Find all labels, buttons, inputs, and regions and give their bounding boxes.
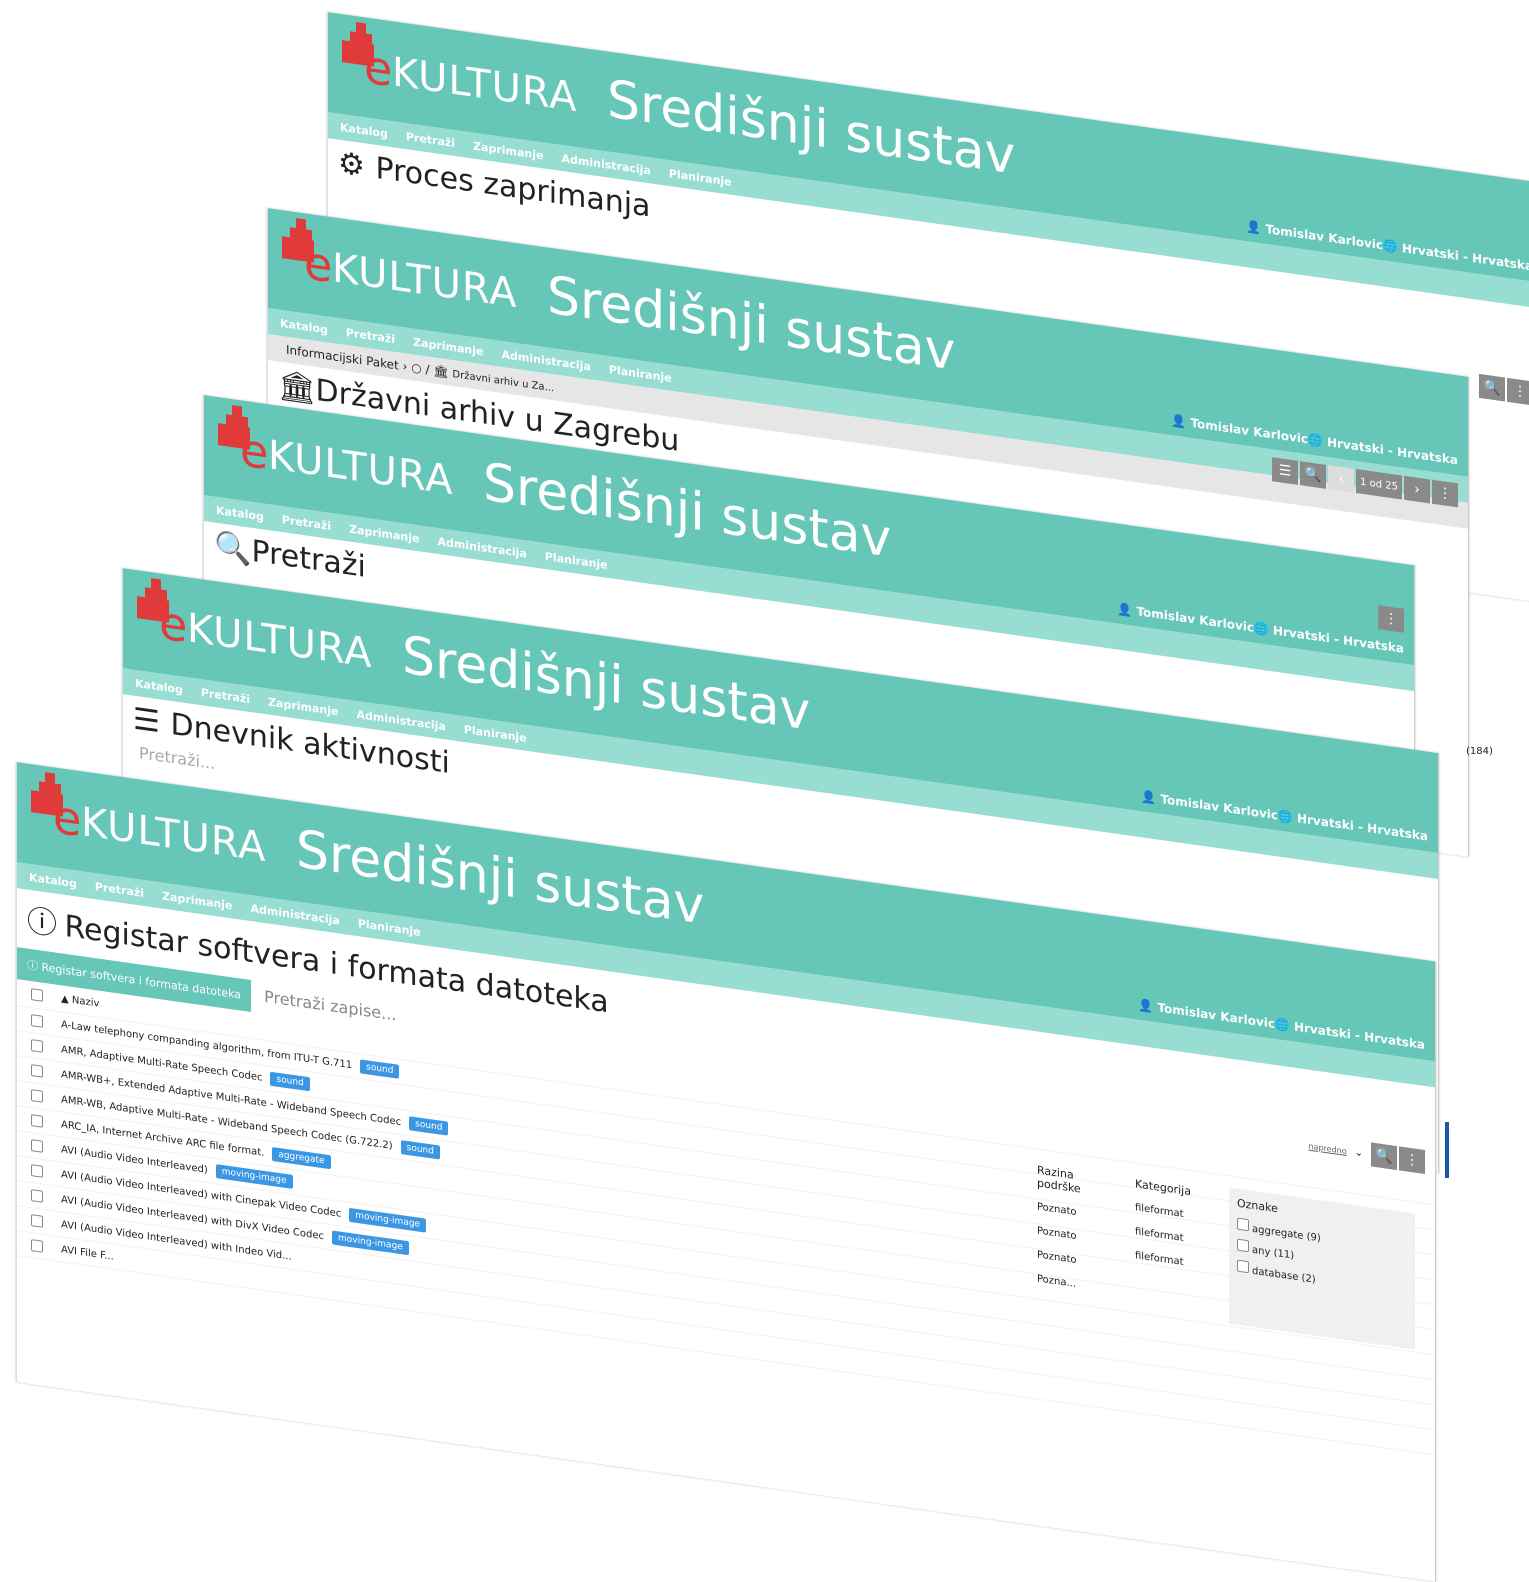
toolbar: ⋮ bbox=[1378, 605, 1404, 633]
select-all-checkbox[interactable] bbox=[31, 988, 43, 1002]
nav-katalog[interactable]: Katalog bbox=[216, 503, 264, 523]
logo-e: e bbox=[240, 422, 269, 481]
institution-icon: 🏛 bbox=[278, 367, 317, 408]
more-icon[interactable]: ⋮ bbox=[1507, 377, 1529, 406]
advanced-search-link[interactable]: napredno bbox=[1308, 1141, 1346, 1155]
nav-planiranje[interactable]: Planiranje bbox=[609, 363, 672, 385]
logo-kultura: KULTURA bbox=[392, 49, 578, 122]
tag-checkbox[interactable] bbox=[1237, 1238, 1249, 1253]
nav-zaprimanje[interactable]: Zaprimanje bbox=[268, 695, 338, 718]
sort-asc-icon[interactable]: ▲ bbox=[61, 993, 69, 1005]
row-checkbox[interactable] bbox=[31, 1014, 43, 1028]
more-icon[interactable]: ⋮ bbox=[1432, 479, 1458, 508]
row-checkbox[interactable] bbox=[31, 1164, 43, 1178]
gear-icon: ⚙ bbox=[338, 145, 365, 185]
more-icon[interactable]: ⋮ bbox=[1399, 1146, 1425, 1175]
toolbar: 🔍 ⋮ bbox=[1479, 373, 1529, 406]
tag-checkbox[interactable] bbox=[1237, 1217, 1249, 1232]
nav-planiranje[interactable]: Planiranje bbox=[358, 917, 421, 939]
nav-katalog[interactable]: Katalog bbox=[135, 676, 183, 696]
nav-katalog[interactable]: Katalog bbox=[280, 316, 328, 336]
row-checkbox[interactable] bbox=[31, 1039, 43, 1053]
logo-kultura: KULTURA bbox=[81, 799, 267, 872]
list-icon[interactable]: ☰ bbox=[1272, 457, 1298, 485]
row-tag: sound bbox=[270, 1071, 310, 1092]
logo-kultura: KULTURA bbox=[268, 432, 454, 505]
col-category: Kategorija fileformat fileformat filefor… bbox=[1135, 1177, 1215, 1285]
search-icon[interactable]: 🔍 bbox=[1371, 1142, 1397, 1171]
nav-pretrazi[interactable]: Pretraži bbox=[95, 880, 144, 900]
nav-zaprimanje[interactable]: Zaprimanje bbox=[473, 139, 543, 162]
row-tag: sound bbox=[409, 1116, 449, 1136]
more-icon[interactable]: ⋮ bbox=[1378, 605, 1404, 633]
tag-checkbox[interactable] bbox=[1237, 1259, 1249, 1274]
chevron-down-icon[interactable]: ⌄ bbox=[1355, 1147, 1363, 1159]
logo-kultura: KULTURA bbox=[187, 605, 373, 678]
row-checkbox[interactable] bbox=[31, 1089, 43, 1103]
search-icon: 🔍 bbox=[214, 528, 252, 569]
info-icon: ⓘ bbox=[27, 903, 57, 943]
row-checkbox[interactable] bbox=[31, 1139, 43, 1153]
logo-e: e bbox=[159, 595, 188, 654]
page-title-text: Pretraži bbox=[251, 533, 366, 585]
nav-zaprimanje[interactable]: Zaprimanje bbox=[349, 522, 419, 545]
row-tag: sound bbox=[400, 1140, 440, 1160]
col-name-header[interactable]: Naziv bbox=[72, 994, 100, 1009]
tag-label: database (2) bbox=[1252, 1265, 1316, 1286]
row-checkbox[interactable] bbox=[31, 1189, 43, 1203]
logo-kultura: KULTURA bbox=[332, 245, 518, 318]
row-checkbox[interactable] bbox=[31, 1114, 43, 1128]
facet-count: (184) bbox=[1466, 746, 1493, 757]
chevron-left-icon[interactable]: ‹ bbox=[1328, 465, 1354, 493]
nav-planiranje[interactable]: Planiranje bbox=[669, 167, 732, 189]
row-checkbox[interactable] bbox=[31, 1214, 43, 1228]
nav-planiranje[interactable]: Planiranje bbox=[464, 723, 527, 745]
nav-pretrazi[interactable]: Pretraži bbox=[201, 686, 250, 706]
tag-label: any (11) bbox=[1252, 1244, 1295, 1262]
nav-pretrazi[interactable]: Pretraži bbox=[282, 513, 331, 533]
logo-e: e bbox=[364, 39, 393, 98]
row-tag: sound bbox=[360, 1059, 400, 1079]
nav-zaprimanje[interactable]: Zaprimanje bbox=[162, 889, 232, 912]
nav-zaprimanje[interactable]: Zaprimanje bbox=[413, 335, 483, 358]
logo-e: e bbox=[53, 789, 82, 848]
search-icon[interactable]: 🔍 bbox=[1300, 461, 1326, 489]
nav-pretrazi[interactable]: Pretraži bbox=[346, 326, 395, 346]
tags-panel: Oznake aggregate (9) any (11) database (… bbox=[1229, 1187, 1415, 1350]
chevron-right-icon[interactable]: › bbox=[1404, 475, 1430, 504]
logo-e: e bbox=[304, 235, 333, 294]
accent-bar bbox=[1445, 1122, 1449, 1178]
col-support: Razina podrške Poznato Poznato Poznato P… bbox=[1037, 1163, 1113, 1308]
receipt-icon: ☰ bbox=[133, 701, 160, 741]
nav-katalog[interactable]: Katalog bbox=[340, 120, 388, 140]
row-name[interactable]: AVI File F... bbox=[61, 1244, 114, 1262]
row-checkbox[interactable] bbox=[31, 1064, 43, 1078]
nav-pretrazi[interactable]: Pretraži bbox=[406, 130, 455, 150]
search-icon[interactable]: 🔍 bbox=[1479, 373, 1505, 402]
nav-katalog[interactable]: Katalog bbox=[29, 870, 77, 890]
row-checkbox[interactable] bbox=[31, 1239, 43, 1253]
nav-planiranje[interactable]: Planiranje bbox=[545, 550, 608, 572]
row-tag: aggregate bbox=[272, 1147, 331, 1170]
